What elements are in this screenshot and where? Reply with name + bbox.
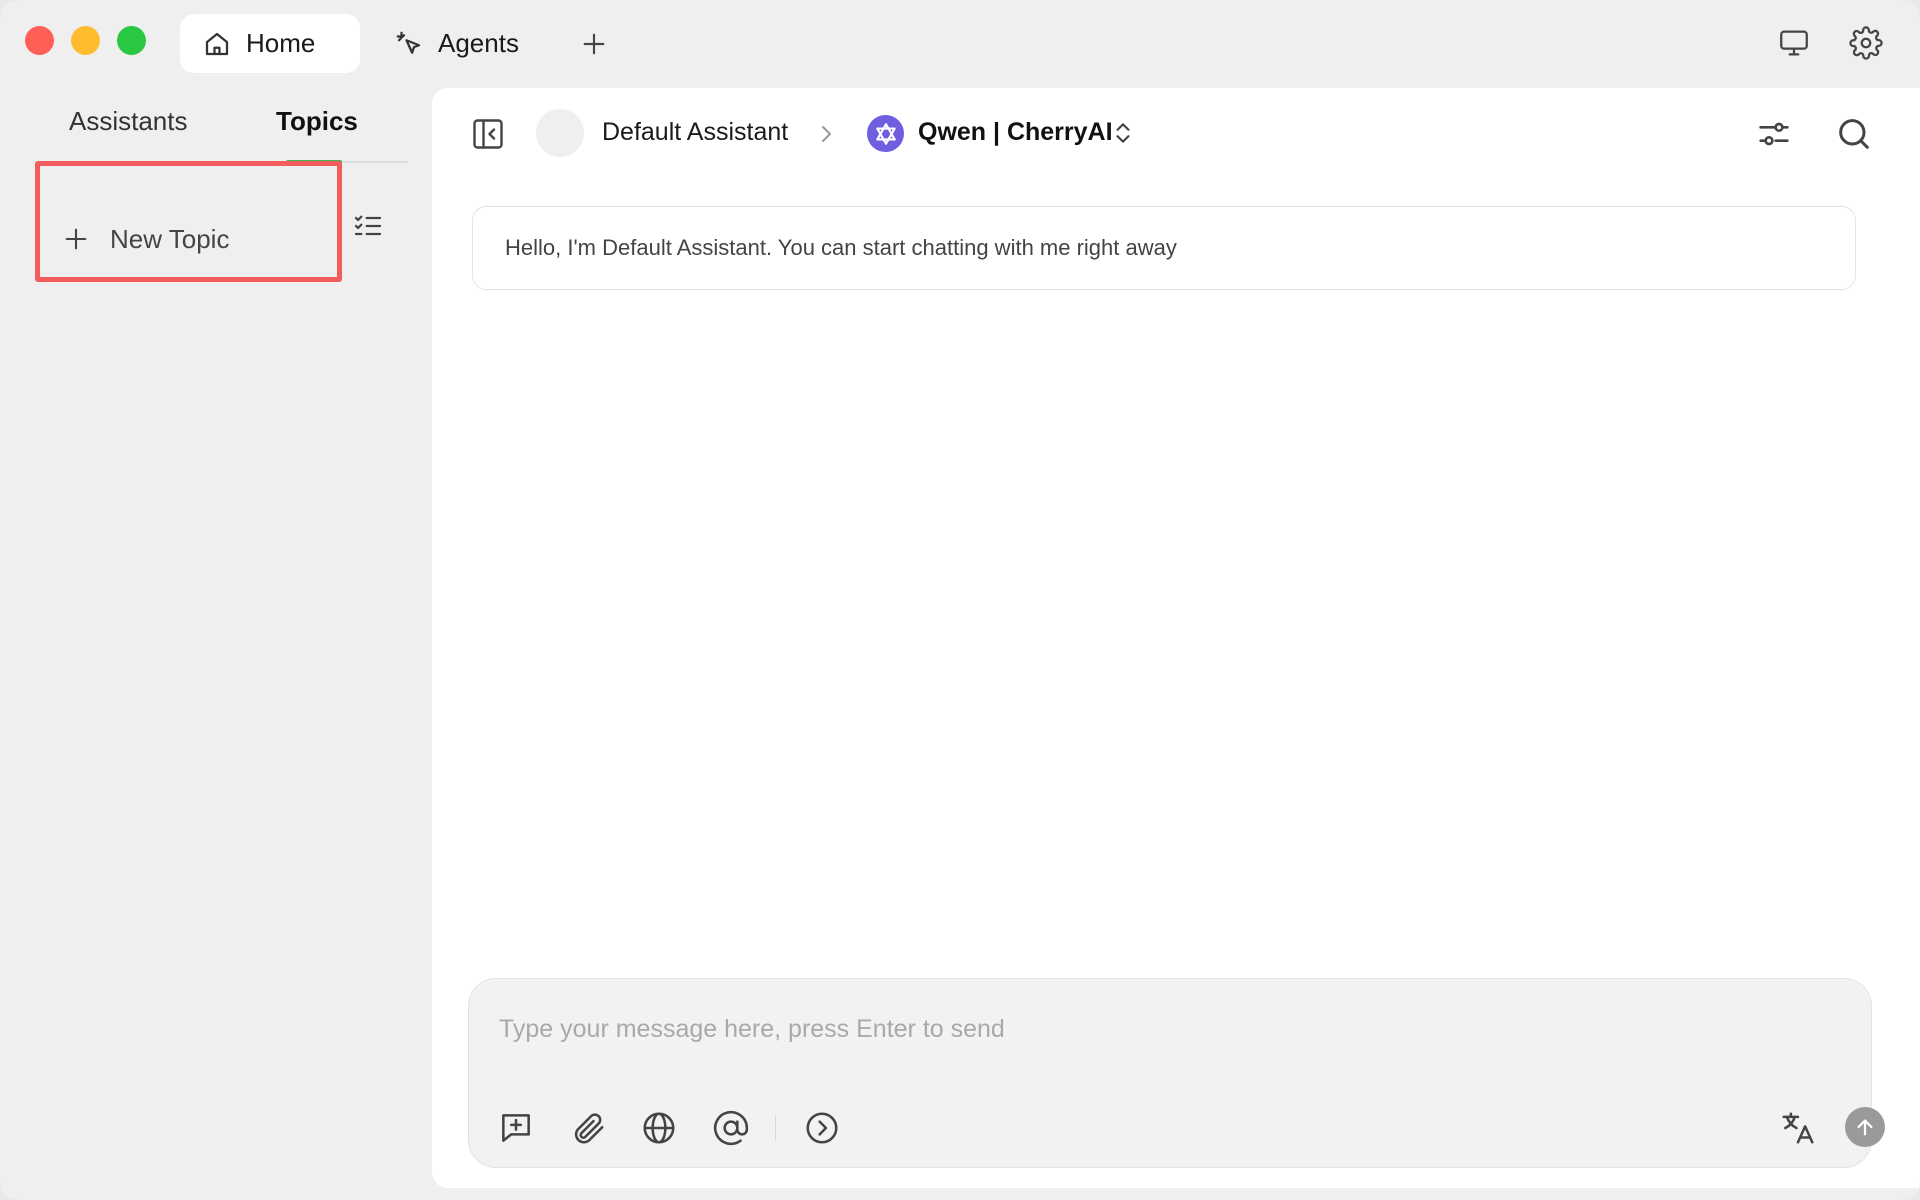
mention-model-button[interactable] — [712, 1109, 750, 1147]
message-composer — [468, 978, 1885, 1168]
toolbar-divider — [775, 1116, 776, 1140]
tab-agents[interactable]: Agents — [372, 14, 552, 73]
window-minimize-button[interactable] — [71, 26, 100, 55]
add-tab-button[interactable] — [578, 28, 610, 60]
sidebar-tab-topics[interactable]: Topics — [276, 106, 358, 137]
sidebar: Assistants Topics New Topic — [0, 88, 432, 1200]
globe-icon — [643, 1112, 675, 1144]
tab-agents-label: Agents — [438, 28, 519, 58]
sidebar-collapse-icon — [473, 119, 503, 149]
chevron-right-icon — [814, 122, 838, 146]
toggle-sidebar-button[interactable] — [470, 116, 506, 152]
app-window: Home Agents Assistants Topics New Topic — [0, 0, 1920, 1200]
search-icon — [1839, 119, 1869, 149]
assistant-avatar[interactable] — [536, 109, 584, 157]
new-topic-tool-button[interactable] — [497, 1109, 535, 1147]
checklist-icon — [354, 215, 382, 236]
web-search-button[interactable] — [640, 1109, 678, 1147]
settings-button[interactable] — [1849, 26, 1883, 60]
paperclip-icon — [574, 1113, 604, 1144]
sidebar-tab-assistants[interactable]: Assistants — [69, 106, 188, 137]
sliders-icon — [1759, 122, 1789, 146]
home-icon — [202, 29, 232, 59]
tab-divider — [36, 161, 408, 163]
window-close-button[interactable] — [25, 26, 54, 55]
display-icon — [1780, 30, 1808, 56]
attach-button[interactable] — [569, 1109, 607, 1147]
send-button[interactable] — [1845, 1107, 1885, 1147]
expand-tools-button[interactable] — [803, 1109, 841, 1147]
plus-icon — [62, 225, 90, 253]
greeting-message: Hello, I'm Default Assistant. You can st… — [472, 206, 1856, 290]
message-input[interactable] — [499, 1009, 1799, 1049]
at-icon — [713, 1110, 749, 1146]
tab-home[interactable]: Home — [180, 14, 360, 73]
plus-icon — [583, 33, 605, 55]
topic-list-button[interactable] — [352, 210, 384, 242]
cursor-sparkle-icon — [394, 29, 424, 59]
model-logo-icon — [867, 115, 904, 152]
chat-panel: Default Assistant Qwen | CherryAI Hello,… — [432, 88, 1920, 1188]
translate-button[interactable] — [1779, 1109, 1817, 1147]
assistant-name[interactable]: Default Assistant — [602, 118, 788, 147]
new-topic-icon — [502, 1114, 530, 1142]
greeting-text: Hello, I'm Default Assistant. You can st… — [505, 235, 1177, 260]
search-button[interactable] — [1834, 114, 1874, 154]
chevron-right-circle-icon — [806, 1112, 838, 1144]
new-topic-label: New Topic — [110, 223, 230, 254]
translate-icon — [1782, 1112, 1814, 1144]
gear-icon — [1849, 26, 1883, 60]
display-button[interactable] — [1777, 26, 1811, 60]
new-topic-button[interactable]: New Topic — [42, 190, 332, 288]
tab-home-label: Home — [246, 28, 316, 58]
model-selector[interactable]: Qwen | CherryAI — [918, 118, 1113, 147]
active-tab-indicator — [286, 160, 342, 164]
chevron-up-down-icon[interactable] — [1110, 118, 1136, 148]
chat-settings-button[interactable] — [1754, 114, 1794, 154]
send-arrow-icon — [1857, 1119, 1873, 1136]
window-maximize-button[interactable] — [117, 26, 146, 55]
